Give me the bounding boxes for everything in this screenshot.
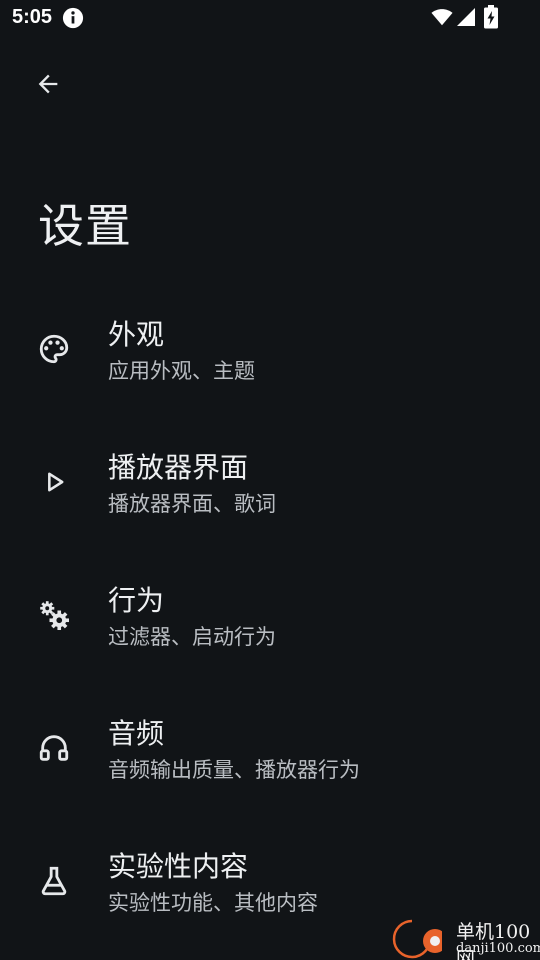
play-icon xyxy=(36,464,72,500)
back-button[interactable] xyxy=(24,62,72,106)
watermark-logo-icon xyxy=(392,919,442,959)
settings-item-title: 播放器界面 xyxy=(108,451,249,484)
settings-item-title: 音频 xyxy=(108,717,165,750)
watermark-url: danji100.com xyxy=(456,941,540,956)
page-title: 设置 xyxy=(38,199,132,253)
settings-screen: 5:05 设置 外观 应用外观、主题 播放器界面 播放器界面、歌词 行为 过滤器… xyxy=(0,0,540,960)
settings-item-player-ui[interactable]: 播放器界面 播放器界面、歌词 xyxy=(0,418,540,551)
wifi-icon xyxy=(431,9,453,26)
settings-item-title: 外观 xyxy=(108,318,165,351)
settings-item-subtitle: 应用外观、主题 xyxy=(108,359,255,383)
arrow-left-icon xyxy=(38,74,58,94)
settings-item-behavior[interactable]: 行为 过滤器、启动行为 xyxy=(0,551,540,684)
settings-item-subtitle: 播放器界面、歌词 xyxy=(108,492,276,516)
status-time: 5:05 xyxy=(12,6,53,28)
gears-icon xyxy=(36,597,72,633)
settings-item-subtitle: 实验性功能、其他内容 xyxy=(108,891,318,915)
settings-item-appearance[interactable]: 外观 应用外观、主题 xyxy=(0,285,540,418)
settings-list: 外观 应用外观、主题 播放器界面 播放器界面、歌词 行为 过滤器、启动行为 音频… xyxy=(0,285,540,950)
settings-item-title: 行为 xyxy=(108,584,165,617)
battery-charging-icon xyxy=(484,5,498,29)
headphones-icon xyxy=(36,730,72,766)
watermark: 单机100网 danji100.com xyxy=(388,915,540,960)
settings-item-subtitle: 音频输出质量、播放器行为 xyxy=(108,758,360,782)
signal-icon xyxy=(457,8,475,26)
settings-item-audio[interactable]: 音频 音频输出质量、播放器行为 xyxy=(0,684,540,817)
status-bar: 5:05 xyxy=(0,0,540,38)
settings-item-title: 实验性内容 xyxy=(108,850,249,883)
flask-icon xyxy=(36,863,72,899)
settings-item-subtitle: 过滤器、启动行为 xyxy=(108,625,276,649)
palette-icon xyxy=(36,331,72,367)
info-icon xyxy=(62,7,84,29)
